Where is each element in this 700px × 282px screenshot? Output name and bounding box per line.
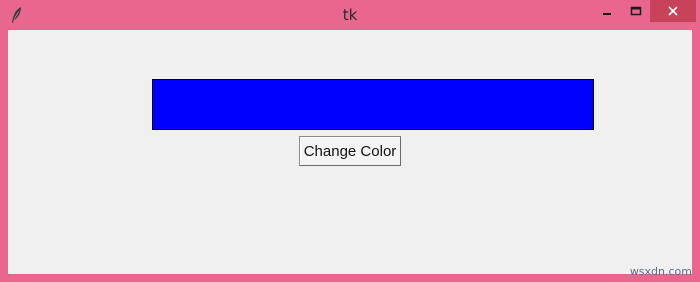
window-client-area: Change Color [8, 30, 692, 274]
color-canvas [152, 79, 594, 130]
change-color-button[interactable]: Change Color [299, 136, 401, 166]
app-window: tk Change Color wsxdn.com [0, 0, 700, 282]
close-button[interactable] [650, 0, 696, 22]
title-bar[interactable]: tk [0, 0, 700, 30]
close-icon [668, 6, 678, 16]
minimize-button[interactable] [594, 0, 622, 22]
maximize-button[interactable] [622, 0, 650, 22]
watermark-text: wsxdn.com [629, 265, 692, 278]
minimize-icon [603, 13, 611, 15]
maximize-icon [630, 6, 642, 16]
